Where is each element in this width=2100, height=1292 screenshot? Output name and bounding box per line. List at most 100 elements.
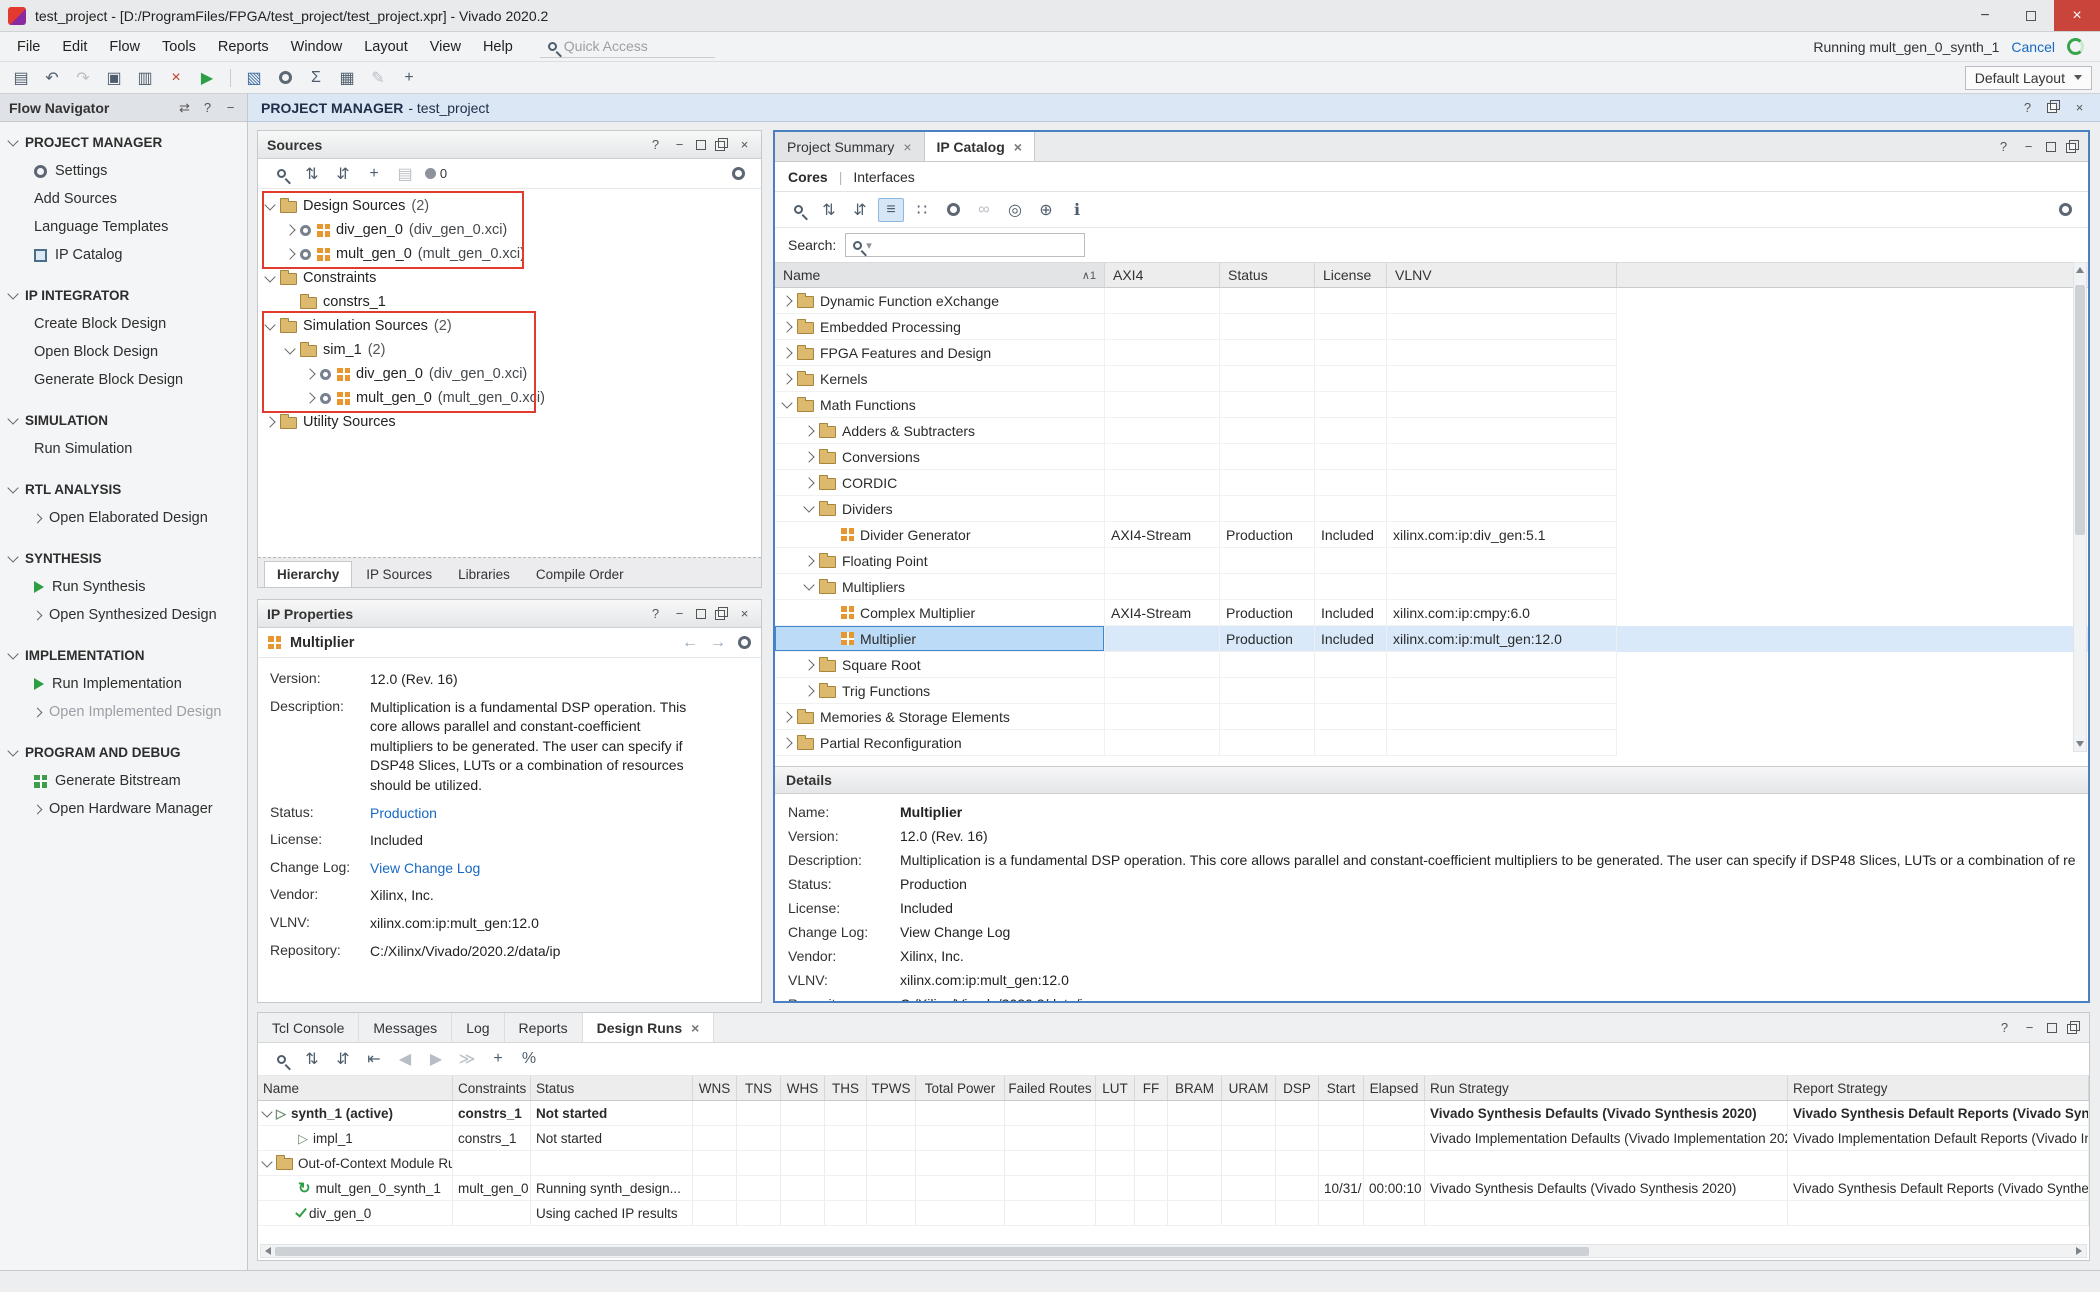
catalog-row-multiplier[interactable]: MultiplierProductionIncludedxilinx.com:i… bbox=[775, 626, 2088, 652]
abort-icon[interactable]: × bbox=[163, 66, 189, 90]
settings-gear-icon[interactable] bbox=[272, 66, 298, 90]
flow-section-header-ip-integrator[interactable]: IP INTEGRATOR bbox=[0, 281, 247, 310]
column-header-failed-routes[interactable]: Failed Routes bbox=[1005, 1076, 1096, 1100]
minimize-icon[interactable]: − bbox=[672, 137, 687, 152]
column-header-ths[interactable]: THS bbox=[825, 1076, 867, 1100]
catalog-row-conversions[interactable]: Conversions bbox=[775, 444, 2088, 470]
tab-project-summary[interactable]: Project Summary× bbox=[775, 132, 925, 161]
run-row-out-of-context-module-runs[interactable]: Out-of-Context Module Runs bbox=[258, 1151, 2089, 1176]
tab-design-runs[interactable]: Design Runs× bbox=[583, 1013, 715, 1042]
minimize-icon[interactable]: − bbox=[223, 100, 238, 115]
flow-item-run-simulation[interactable]: Run Simulation bbox=[0, 435, 247, 463]
run-row-mult-gen-0-synth-1[interactable]: ↻mult_gen_0_synth_1mult_gen_0Running syn… bbox=[258, 1176, 2089, 1201]
column-header-total-power[interactable]: Total Power bbox=[916, 1076, 1005, 1100]
settings-gear-icon[interactable] bbox=[725, 162, 751, 186]
expand-all-icon[interactable]: ⇵ bbox=[330, 1047, 356, 1071]
flow-item-create-block-design[interactable]: Create Block Design bbox=[0, 310, 247, 338]
flow-item-open-synthesized-design[interactable]: Open Synthesized Design bbox=[0, 601, 247, 629]
settings-gear-icon[interactable] bbox=[2052, 198, 2078, 222]
tab-messages[interactable]: Messages bbox=[359, 1013, 452, 1042]
catalog-row-floating-point[interactable]: Floating Point bbox=[775, 548, 2088, 574]
close-icon[interactable]: × bbox=[691, 1020, 699, 1036]
flow-item-language-templates[interactable]: Language Templates bbox=[0, 213, 247, 241]
flow-item-generate-block-design[interactable]: Generate Block Design bbox=[0, 366, 247, 394]
flow-item-open-implemented-design[interactable]: Open Implemented Design bbox=[0, 698, 247, 726]
column-header-uram[interactable]: URAM bbox=[1222, 1076, 1276, 1100]
save-icon[interactable]: ▣ bbox=[101, 66, 127, 90]
column-header-tns[interactable]: TNS bbox=[737, 1076, 781, 1100]
search-icon[interactable] bbox=[268, 162, 294, 186]
close-window-icon[interactable]: × bbox=[2054, 0, 2100, 31]
undo-icon[interactable]: ↶ bbox=[39, 66, 65, 90]
float-icon[interactable] bbox=[715, 138, 728, 151]
menu-view[interactable]: View bbox=[419, 35, 472, 59]
flow-item-open-block-design[interactable]: Open Block Design bbox=[0, 338, 247, 366]
menu-help[interactable]: Help bbox=[472, 35, 524, 59]
messages-filter-icon[interactable]: 0 bbox=[423, 162, 449, 186]
column-header-report-strategy[interactable]: Report Strategy bbox=[1788, 1076, 2089, 1100]
catalog-row-square-root[interactable]: Square Root bbox=[775, 652, 2088, 678]
column-header-start[interactable]: Start bbox=[1319, 1076, 1364, 1100]
menu-edit[interactable]: Edit bbox=[51, 35, 98, 59]
close-icon[interactable]: × bbox=[1014, 139, 1022, 155]
menu-window[interactable]: Window bbox=[280, 35, 354, 59]
help-icon[interactable]: ? bbox=[2020, 100, 2035, 115]
scroll-right-icon[interactable] bbox=[2076, 1247, 2082, 1255]
column-header-wns[interactable]: WNS bbox=[693, 1076, 737, 1100]
customize-wrench-icon[interactable] bbox=[940, 198, 966, 222]
play-icon[interactable]: ▶ bbox=[423, 1047, 449, 1071]
menu-layout[interactable]: Layout bbox=[353, 35, 419, 59]
catalog-search-input[interactable]: ▾ bbox=[845, 233, 1085, 257]
column-header-run-strategy[interactable]: Run Strategy bbox=[1425, 1076, 1788, 1100]
help-icon[interactable]: ? bbox=[1996, 139, 2011, 154]
report-icon[interactable]: ▧ bbox=[241, 66, 267, 90]
column-header-ff[interactable]: FF bbox=[1135, 1076, 1168, 1100]
search-icon[interactable] bbox=[785, 198, 811, 222]
flow-section-header-simulation[interactable]: SIMULATION bbox=[0, 406, 247, 435]
flow-item-run-implementation[interactable]: Run Implementation bbox=[0, 670, 247, 698]
flow-item-settings[interactable]: Settings bbox=[0, 157, 247, 185]
run-row-div-gen-0[interactable]: div_gen_0Using cached IP results bbox=[258, 1201, 2089, 1226]
minimize-icon[interactable]: − bbox=[2021, 139, 2036, 154]
implementation-icon[interactable]: ▦ bbox=[334, 66, 360, 90]
scrollbar-thumb[interactable] bbox=[275, 1247, 1589, 1256]
maximize-icon[interactable] bbox=[2047, 1023, 2057, 1033]
catalog-row-memories-storage-elements[interactable]: Memories & Storage Elements bbox=[775, 704, 2088, 730]
redo-icon[interactable]: ↷ bbox=[70, 66, 96, 90]
tab-hierarchy[interactable]: Hierarchy bbox=[264, 561, 352, 587]
percent-icon[interactable]: % bbox=[516, 1047, 542, 1071]
tree-item-design-sources[interactable]: Design Sources(2) bbox=[258, 194, 761, 218]
flow-section-header-project-manager[interactable]: PROJECT MANAGER bbox=[0, 128, 247, 157]
scroll-down-icon[interactable] bbox=[2076, 741, 2084, 747]
catalog-row-cordic[interactable]: CORDIC bbox=[775, 470, 2088, 496]
toggle-icon[interactable]: ⇄ bbox=[177, 100, 192, 115]
help-icon[interactable]: ? bbox=[648, 606, 663, 621]
flow-item-add-sources[interactable]: Add Sources bbox=[0, 185, 247, 213]
close-icon[interactable]: × bbox=[737, 606, 752, 621]
catalog-row-embedded-processing[interactable]: Embedded Processing bbox=[775, 314, 2088, 340]
catalog-row-dividers[interactable]: Dividers bbox=[775, 496, 2088, 522]
minimize-window-icon[interactable]: − bbox=[1962, 0, 2008, 31]
column-header-status[interactable]: Status bbox=[531, 1076, 693, 1100]
flow-item-open-hardware-manager[interactable]: Open Hardware Manager bbox=[0, 795, 247, 823]
float-icon[interactable] bbox=[715, 607, 728, 620]
minimize-icon[interactable]: − bbox=[672, 606, 687, 621]
float-icon[interactable] bbox=[2067, 1021, 2080, 1034]
collapse-all-icon[interactable]: ⇅ bbox=[299, 162, 325, 186]
float-icon[interactable] bbox=[2066, 140, 2079, 153]
cancel-link[interactable]: Cancel bbox=[2011, 39, 2055, 55]
add-repository-icon[interactable]: ⊕ bbox=[1033, 198, 1059, 222]
column-header-tpws[interactable]: TPWS bbox=[867, 1076, 916, 1100]
tree-item-mult-gen-0[interactable]: mult_gen_0(mult_gen_0.xci) bbox=[258, 386, 761, 410]
tree-item-simulation-sources[interactable]: Simulation Sources(2) bbox=[258, 314, 761, 338]
column-header-dsp[interactable]: DSP bbox=[1276, 1076, 1319, 1100]
tab-reports[interactable]: Reports bbox=[505, 1013, 583, 1042]
tree-item-utility-sources[interactable]: Utility Sources bbox=[258, 410, 761, 434]
flow-item-generate-bitstream[interactable]: Generate Bitstream bbox=[0, 767, 247, 795]
tree-item-constrs-1[interactable]: constrs_1 bbox=[258, 290, 761, 314]
skip-forward-icon[interactable]: ≫ bbox=[454, 1047, 480, 1071]
subtab-cores[interactable]: Cores bbox=[788, 169, 828, 185]
catalog-row-dynamic-function-exchange[interactable]: Dynamic Function eXchange bbox=[775, 288, 2088, 314]
maximize-icon[interactable] bbox=[696, 140, 706, 150]
hierarchy-view-icon[interactable]: ≡ bbox=[878, 198, 904, 222]
